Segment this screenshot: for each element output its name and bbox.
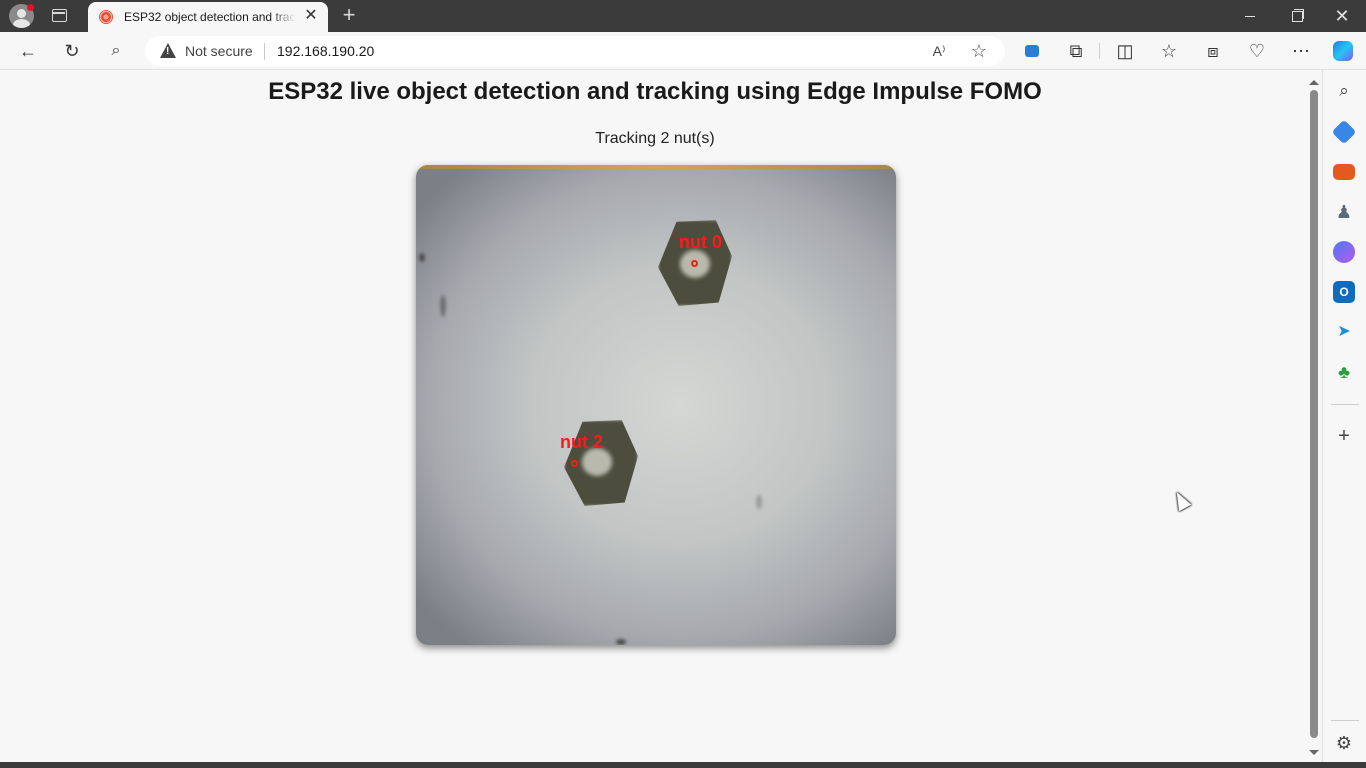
tab-title: ESP32 object detection and tracking usin… [124,10,296,24]
scroll-up-arrow[interactable] [1309,80,1319,85]
tab-actions-icon[interactable] [52,9,67,22]
camera-speck [440,295,446,317]
outlook-icon[interactable]: O [1333,281,1355,303]
tab-strip: ESP32 object detection and tracking usin… [0,0,1366,32]
add-icon[interactable]: + [1333,425,1355,447]
active-tab[interactable]: ESP32 object detection and tracking usin… [88,2,328,32]
camera-stream: nut 0 nut 2 [416,165,896,645]
sidebar-divider [1331,404,1359,405]
scroll-down-arrow[interactable] [1309,750,1319,755]
close-window-button[interactable]: ✕ [1327,4,1357,28]
address-separator [264,43,265,60]
send-icon[interactable]: ➤ [1333,321,1355,343]
tracking-status: Tracking 2 nut(s) [595,130,715,147]
read-aloud-icon[interactable]: A⁾ [927,39,951,63]
tab-close-icon[interactable]: ✕ [302,7,320,25]
toolbar-separator [1099,43,1100,59]
search-icon[interactable]: ⌕ [1333,80,1355,102]
tag-icon[interactable] [1331,119,1357,145]
extensions-icon[interactable]: ⧉ [1064,39,1088,63]
scroll-thumb[interactable] [1310,90,1318,738]
address-bar[interactable]: Not secure 192.168.190.20 A⁾ ☆ [145,36,1005,66]
split-screen-icon[interactable]: ◫ [1113,39,1137,63]
favorite-star-icon[interactable]: ☆ [967,39,991,63]
window-bottom-edge [0,762,1366,768]
browser-essentials-icon[interactable]: ♡ [1245,39,1269,63]
copilot-icon[interactable] [1331,39,1355,63]
favorites-icon[interactable]: ☆ [1157,39,1181,63]
tree-icon[interactable]: ♣ [1333,361,1355,383]
warning-icon[interactable] [160,43,176,58]
page-title: ESP32 live object detection and tracking… [268,78,1042,105]
security-label[interactable]: Not secure [185,43,253,59]
profile-notification-dot [27,4,34,11]
minimize-button[interactable] [1235,4,1265,28]
detection-marker [691,260,698,267]
camera-speck [616,639,626,645]
browser-toolbar: ← ↻ ⌕ Not secure 192.168.190.20 A⁾ ☆ ⧉ ◫… [0,32,1366,70]
espressif-icon [99,10,113,24]
collections-icon[interactable]: ⧈ [1201,39,1225,63]
toolbox-icon[interactable] [1333,164,1355,180]
more-icon[interactable]: ⋯ [1289,39,1313,63]
url-text[interactable]: 192.168.190.20 [277,43,374,59]
detection-marker [571,460,578,467]
restore-button[interactable] [1281,4,1311,28]
search-icon[interactable]: ⌕ [104,39,128,63]
microsoft365-icon[interactable] [1333,241,1355,263]
refresh-icon[interactable]: ↻ [60,39,84,63]
camera-speck [756,495,762,509]
sidebar-divider [1331,720,1359,721]
new-tab-button[interactable]: + [338,4,360,26]
edge-sidebar: ⌕ ♟ O ➤ ♣ + ⚙ [1322,70,1366,762]
page-scrollbar[interactable] [1306,80,1320,760]
chess-icon[interactable]: ♟ [1333,201,1355,223]
screenshot-extension-icon[interactable] [1020,39,1044,63]
detection-label: nut 2 [560,432,603,452]
camera-speck [419,253,425,262]
page-content: ESP32 live object detection and tracking… [4,71,1306,760]
detection-label: nut 0 [679,232,722,252]
back-icon[interactable]: ← [16,39,40,63]
settings-icon[interactable]: ⚙ [1333,732,1355,754]
